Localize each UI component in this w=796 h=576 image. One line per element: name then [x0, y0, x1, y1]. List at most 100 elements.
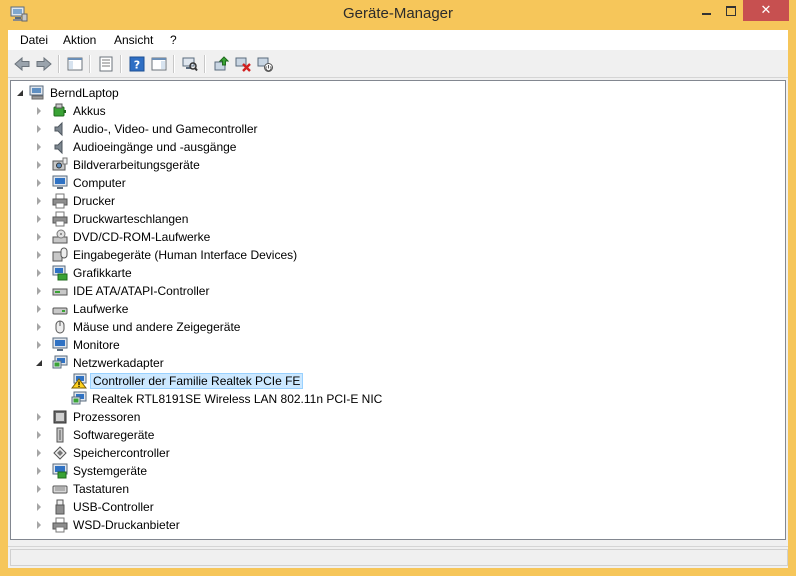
update-driver-icon: [214, 56, 229, 71]
expand-icon[interactable]: [34, 448, 44, 458]
display-adapter-icon: [52, 265, 68, 281]
menu-help[interactable]: ?: [170, 33, 177, 47]
menu-ansicht[interactable]: Ansicht: [114, 33, 153, 47]
expand-icon[interactable]: [34, 250, 44, 260]
title-bar[interactable]: Geräte-Manager ✕: [0, 0, 796, 30]
tree-item-wsd-druckanbieter[interactable]: WSD-Druckanbieter: [34, 516, 182, 534]
close-button[interactable]: ✕: [743, 0, 789, 21]
expand-icon[interactable]: [34, 304, 44, 314]
system-device-icon: [52, 463, 68, 479]
expand-icon[interactable]: [34, 268, 44, 278]
tree-item-netzwerkadapter[interactable]: Netzwerkadapter: [34, 354, 166, 372]
ide-controller-icon: [52, 283, 68, 299]
console-tree-icon: [67, 57, 83, 71]
network-adapter-icon: [71, 391, 87, 407]
tree-item-m-use-und-andere-zeigeger-te[interactable]: Mäuse und andere Zeigegeräte: [34, 318, 242, 336]
tree-item-druckwarteschlangen[interactable]: Druckwarteschlangen: [34, 210, 190, 228]
forward-button[interactable]: [35, 55, 53, 73]
tree-item-label: WSD-Druckanbieter: [73, 518, 180, 532]
toolbar-separator: [89, 55, 91, 73]
properties-icon: [99, 56, 113, 72]
tree-item-audio-video-und-gamecontroller[interactable]: Audio-, Video- und Gamecontroller: [34, 120, 260, 138]
network-adapter-warning-icon: [70, 373, 88, 389]
tree-item-laufwerke[interactable]: Laufwerke: [34, 300, 130, 318]
expand-icon[interactable]: [34, 196, 44, 206]
close-icon: ✕: [760, 3, 772, 18]
tree-item-grafikkarte[interactable]: Grafikkarte: [34, 264, 134, 282]
expand-icon[interactable]: [34, 124, 44, 134]
expand-icon[interactable]: [34, 484, 44, 494]
menu-datei[interactable]: Datei: [20, 33, 48, 47]
disk-drive-icon: [52, 301, 68, 317]
tree-item-dvd-cd-rom-laufwerke[interactable]: DVD/CD-ROM-Laufwerke: [34, 228, 212, 246]
tree-item-monitore[interactable]: Monitore: [34, 336, 122, 354]
collapse-icon[interactable]: [15, 88, 25, 98]
expand-icon[interactable]: [34, 502, 44, 512]
usb-icon: [52, 499, 68, 515]
expand-icon[interactable]: [34, 214, 44, 224]
expand-icon[interactable]: [34, 178, 44, 188]
enable-device-button[interactable]: [256, 55, 274, 73]
expand-icon[interactable]: [34, 520, 44, 530]
speaker-icon: [52, 121, 68, 137]
optical-drive-icon: [52, 229, 68, 245]
tree-item-label: Bildverarbeitungsgeräte: [73, 158, 200, 172]
tree-item-controller-der-familie-realtek-pcie-fe[interactable]: Controller der Familie Realtek PCIe FE: [53, 372, 304, 390]
tree-item-realtek-rtl8191se-wireless-lan-802-11n-pci-e-nic[interactable]: Realtek RTL8191SE Wireless LAN 802.11n P…: [53, 390, 384, 408]
scan-hardware-button[interactable]: [181, 55, 199, 73]
tree-item-label: Monitore: [73, 338, 120, 352]
help-icon: ?: [129, 56, 145, 72]
console-tree-button[interactable]: [66, 55, 84, 73]
expand-icon[interactable]: [34, 322, 44, 332]
camera-icon: [52, 157, 68, 173]
tree-item-label: Audio-, Video- und Gamecontroller: [73, 122, 258, 136]
expand-icon[interactable]: [34, 286, 44, 296]
expand-icon[interactable]: [34, 340, 44, 350]
collapse-icon[interactable]: [34, 358, 44, 368]
expand-icon[interactable]: [34, 232, 44, 242]
menu-aktion[interactable]: Aktion: [63, 33, 96, 47]
help-button[interactable]: ?: [128, 55, 146, 73]
tree-item-eingabeger-te-human-interface-devices[interactable]: Eingabegeräte (Human Interface Devices): [34, 246, 299, 264]
tree-item-akkus[interactable]: Akkus: [34, 102, 108, 120]
expand-icon[interactable]: [34, 430, 44, 440]
hid-icon: [52, 247, 68, 263]
tree-item-label: Softwaregeräte: [73, 428, 155, 442]
minimize-button[interactable]: [693, 0, 719, 21]
expand-icon[interactable]: [34, 106, 44, 116]
printer-icon: [52, 517, 68, 533]
tree-item-tastaturen[interactable]: Tastaturen: [34, 480, 131, 498]
tree-root[interactable]: BerndLaptop: [15, 84, 121, 102]
update-driver-button[interactable]: [212, 55, 230, 73]
expand-icon[interactable]: [34, 160, 44, 170]
action-pane-icon: [151, 57, 167, 71]
tree-item-audioeing-nge-und-ausg-nge[interactable]: Audioeingänge und -ausgänge: [34, 138, 238, 156]
tree-item-usb-controller[interactable]: USB-Controller: [34, 498, 156, 516]
tree-item-speichercontroller[interactable]: Speichercontroller: [34, 444, 172, 462]
tree-item-label: Computer: [73, 176, 126, 190]
tree-item-ide-ata-atapi-controller[interactable]: IDE ATA/ATAPI-Controller: [34, 282, 211, 300]
tree-root-label: BerndLaptop: [50, 86, 119, 100]
tree-item-label: USB-Controller: [73, 500, 154, 514]
expand-icon[interactable]: [34, 412, 44, 422]
toolbar-separator: [58, 55, 60, 73]
back-button[interactable]: [13, 55, 31, 73]
tree-item-prozessoren[interactable]: Prozessoren: [34, 408, 142, 426]
tree-item-softwareger-te[interactable]: Softwaregeräte: [34, 426, 156, 444]
uninstall-device-icon: [235, 57, 251, 72]
maximize-button[interactable]: [719, 0, 743, 21]
expand-icon[interactable]: [34, 466, 44, 476]
toolbar-separator: [173, 55, 175, 73]
tree-item-bildverarbeitungsger-te[interactable]: Bildverarbeitungsgeräte: [34, 156, 202, 174]
tree-item-computer[interactable]: Computer: [34, 174, 128, 192]
tree-item-drucker[interactable]: Drucker: [34, 192, 117, 210]
tree-item-label: IDE ATA/ATAPI-Controller: [73, 284, 210, 298]
device-tree[interactable]: BerndLaptop Akkus Audio-, Video- und Game…: [10, 80, 786, 540]
properties-button[interactable]: [97, 55, 115, 73]
tree-item-systemger-te[interactable]: Systemgeräte: [34, 462, 149, 480]
expand-icon[interactable]: [34, 142, 44, 152]
action-pane-button[interactable]: [150, 55, 168, 73]
device-manager-window: Geräte-Manager ✕ Datei Aktion Ansicht ?: [0, 0, 796, 576]
uninstall-device-button[interactable]: [234, 55, 252, 73]
